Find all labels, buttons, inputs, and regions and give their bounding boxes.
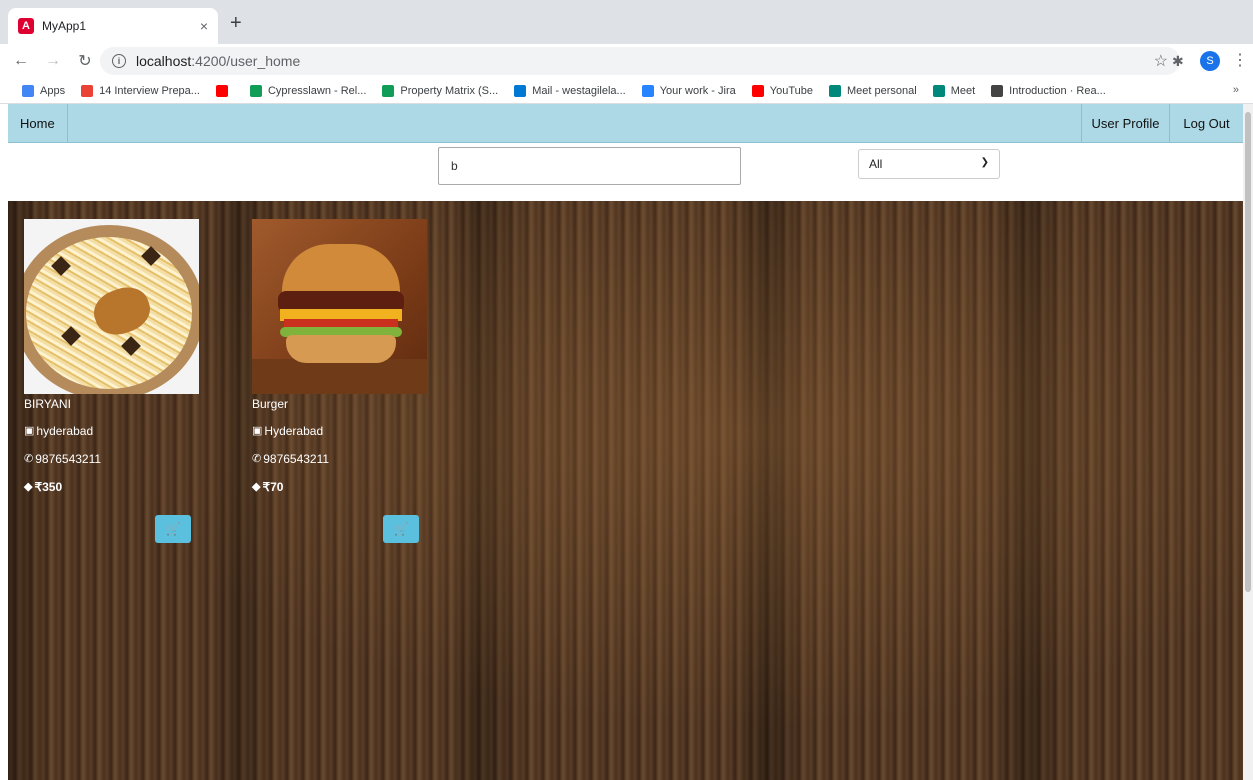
bookmark-star-icon[interactable]: ☆ [1154, 51, 1168, 71]
item-name: Burger [252, 397, 289, 411]
nav-user-profile-link[interactable]: User Profile [1081, 104, 1169, 143]
bookmark-item[interactable]: Property Matrix (S... [382, 84, 499, 97]
bookmark-favicon-icon [751, 84, 764, 97]
price-tag-icon: ◆ [24, 481, 33, 493]
scrollbar-thumb[interactable] [1245, 112, 1251, 592]
url-text: localhost:4200/user_home [136, 53, 301, 69]
bookmark-item[interactable]: YouTube [751, 84, 813, 97]
bookmark-item[interactable]: 14 Interview Prepa... [81, 84, 200, 97]
cart-icon: 🛒 [393, 522, 409, 536]
bookmark-item[interactable]: Apps [22, 84, 66, 97]
burger-image [252, 219, 427, 394]
bookmarks-bar: Apps 14 Interview Prepa... Cypresslawn - R… [0, 78, 1253, 104]
item-location: ▣ Hyderabad [252, 423, 324, 438]
bookmark-favicon-icon [249, 84, 262, 97]
bookmark-favicon-icon [382, 84, 395, 97]
browser-tabstrip: A MyApp1 × + [0, 0, 1253, 44]
bookmark-label: Cypresslawn - Rel... [267, 84, 367, 97]
id-card-icon: ▣ [252, 425, 263, 437]
bookmark-item[interactable]: Meet personal [828, 84, 917, 97]
add-to-cart-button[interactable]: 🛒 [155, 515, 191, 543]
filter-selected-value: All [869, 157, 883, 171]
bookmark-item[interactable]: Your work - Jira [641, 84, 736, 97]
app-navbar: Home User Profile Log Out [8, 104, 1243, 143]
site-info-icon[interactable]: i [112, 54, 126, 68]
bookmark-item[interactable]: Cypresslawn - Rel... [249, 84, 367, 97]
bookmark-favicon-icon [22, 84, 34, 97]
bookmark-label: Meet personal [846, 84, 917, 97]
bookmark-item[interactable]: Meet [932, 84, 976, 97]
item-price: ◆ ₹350 [24, 479, 63, 494]
bookmark-favicon-icon [215, 84, 228, 97]
bookmark-favicon-icon [641, 84, 654, 97]
bookmark-favicon-icon [828, 84, 841, 97]
browser-tab[interactable]: A MyApp1 × [8, 8, 218, 44]
bookmark-label: Introduction · Rea... [1009, 84, 1106, 97]
add-to-cart-button[interactable]: 🛒 [383, 515, 419, 543]
forward-icon[interactable]: → [42, 52, 64, 70]
item-phone: ✆ 9876543211 [24, 451, 102, 466]
bookmark-favicon-icon [81, 84, 94, 97]
bookmark-item[interactable] [215, 84, 234, 97]
filter-select[interactable]: All ❯ [858, 149, 1000, 179]
bookmark-favicon-icon [991, 84, 1004, 97]
item-price: ◆ ₹70 [252, 479, 284, 494]
close-tab-icon[interactable]: × [200, 18, 208, 34]
bookmarks-overflow-button[interactable]: » [1233, 84, 1239, 96]
price-tag-icon: ◆ [252, 481, 261, 493]
item-location: ▣ hyderabad [24, 423, 94, 438]
nav-logout-link[interactable]: Log Out [1169, 104, 1243, 143]
item-phone: ✆ 9876543211 [252, 451, 330, 466]
profile-avatar[interactable]: S [1200, 51, 1220, 71]
bookmark-item[interactable]: Mail - westagilela... [514, 84, 626, 97]
phone-icon: ✆ [252, 453, 262, 465]
bookmark-label: Mail - westagilela... [532, 84, 626, 97]
bookmark-favicon-icon [514, 84, 527, 97]
tab-title: MyApp1 [42, 19, 87, 33]
bookmark-label: Apps [40, 84, 66, 97]
phone-icon: ✆ [24, 453, 34, 465]
bookmark-label: Property Matrix (S... [400, 84, 499, 97]
bookmark-label: Meet [950, 84, 976, 97]
angular-favicon-icon: A [18, 18, 34, 34]
cart-icon: 🛒 [165, 522, 181, 536]
biryani-image [24, 219, 199, 394]
address-bar[interactable]: i localhost:4200/user_home ☆ [100, 47, 1180, 75]
new-tab-button[interactable]: + [230, 12, 242, 35]
food-card-burger: Burger ▣ Hyderabad ✆ 9876543211 ◆ ₹70 🛒 [252, 219, 427, 543]
page-scrollbar[interactable] [1243, 104, 1253, 780]
nav-home-link[interactable]: Home [8, 104, 68, 143]
more-menu-icon[interactable]: ⋮ [1232, 50, 1248, 70]
item-name: BIRYANI [24, 397, 71, 411]
id-card-icon: ▣ [24, 425, 35, 437]
bookmark-favicon-icon [932, 84, 945, 97]
search-input[interactable] [438, 147, 741, 185]
search-area: All ❯ [8, 143, 1243, 201]
reload-icon[interactable]: ↻ [74, 51, 96, 71]
bookmark-label: YouTube [769, 84, 813, 97]
food-card-biryani: BIRYANI ▣ hyderabad ✆ 9876543211 ◆ ₹350 🛒 [24, 219, 199, 543]
bookmark-item[interactable]: Introduction · Rea... [991, 84, 1106, 97]
bookmark-label: Your work - Jira [659, 84, 736, 97]
extensions-icon[interactable]: ✱ [1172, 53, 1184, 70]
bookmark-label: 14 Interview Prepa... [99, 84, 200, 97]
chevron-down-icon: ❯ [980, 157, 989, 168]
back-icon[interactable]: ← [10, 52, 32, 70]
browser-toolbar: ← → ↻ i localhost:4200/user_home ☆ ✱ S ⋮ [0, 44, 1253, 78]
